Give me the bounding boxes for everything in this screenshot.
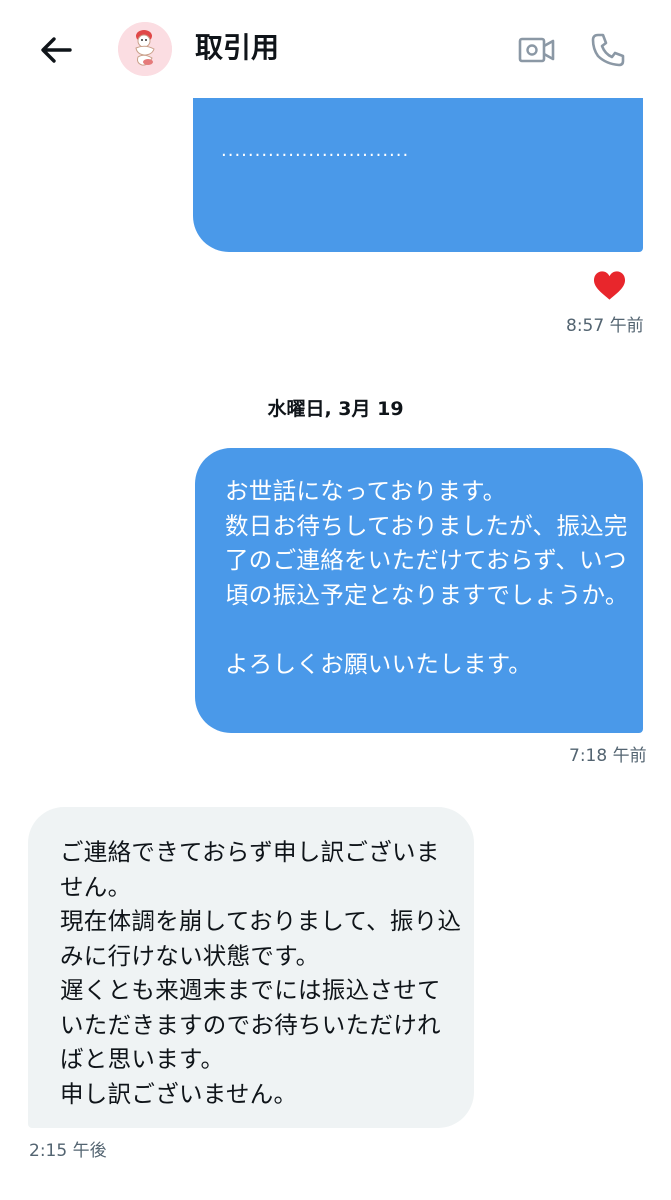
conversation-title[interactable]: 取引用 xyxy=(195,28,279,68)
message-timestamp: 8:57 午前 xyxy=(566,316,644,336)
video-camera-icon xyxy=(518,37,555,63)
back-button[interactable] xyxy=(34,28,78,72)
avatar[interactable] xyxy=(118,22,172,76)
arrow-left-icon xyxy=(41,37,72,63)
message-timestamp: 2:15 午後 xyxy=(29,1141,107,1161)
date-separator: 水曜日, 3月 19 xyxy=(267,398,404,420)
phone-icon xyxy=(591,33,625,67)
message-dotline: ............................ xyxy=(221,140,410,161)
conversation-header: 取引用 xyxy=(0,0,671,98)
message-bubble-outgoing[interactable]: ............................ よろしくお願いいたしま… xyxy=(193,86,643,314)
voice-call-button[interactable] xyxy=(586,28,630,72)
avatar-illustration xyxy=(118,22,172,76)
message-text: よろしくお願いいたします。 xyxy=(221,286,529,314)
video-call-button[interactable] xyxy=(514,28,560,72)
message-timestamp: 7:18 午前 xyxy=(569,746,647,766)
message-bubble-outgoing[interactable]: お世話になっております。 数日お待ちしておりましたが、振込完了のご連絡をいただけ… xyxy=(195,448,643,733)
message-bubble-incoming[interactable]: ご連絡できておらず申し訳ございません。 現在体調を崩しておりまして、振り込みに行… xyxy=(28,807,474,1128)
heart-icon[interactable] xyxy=(593,270,626,301)
